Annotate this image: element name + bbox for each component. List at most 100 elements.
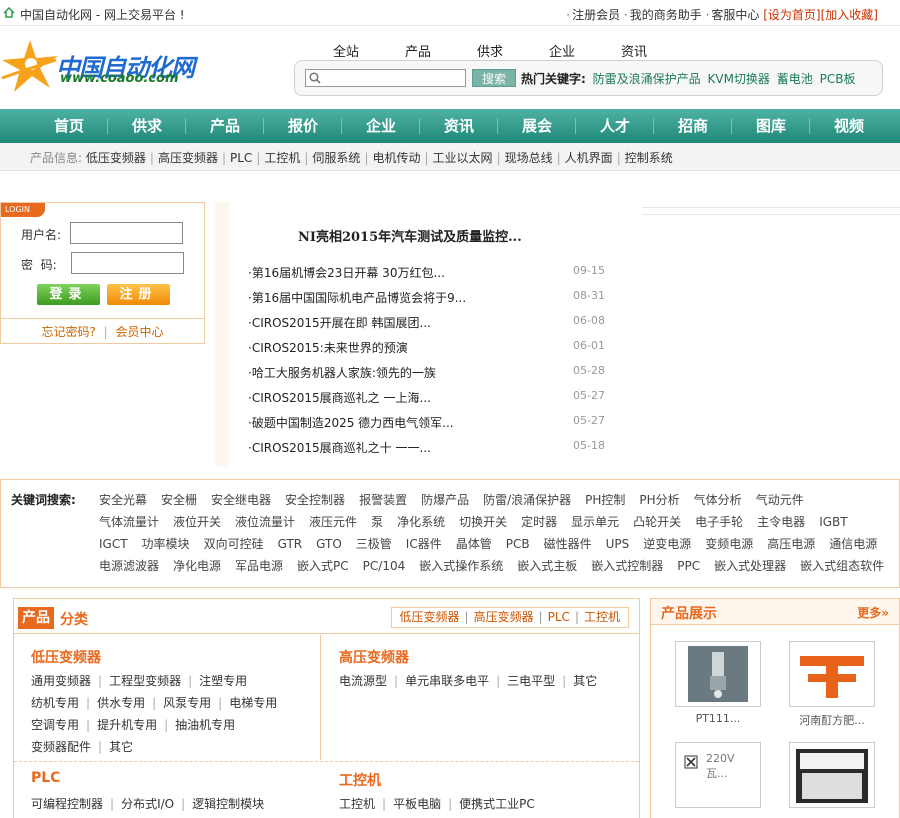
nav-item[interactable]: 视频 xyxy=(810,109,888,143)
keyword-link[interactable]: IC器件 xyxy=(406,537,442,551)
search-tab-supply[interactable]: 供求 xyxy=(454,41,526,60)
keyword-link[interactable]: 嵌入式处理器 xyxy=(714,559,786,573)
category-link[interactable]: 电流源型 xyxy=(339,674,387,688)
category-link[interactable]: 抽油机专用 xyxy=(175,718,235,732)
nav-item[interactable]: 企业 xyxy=(342,109,420,143)
keyword-link[interactable]: GTR xyxy=(278,537,303,551)
subnav-item[interactable]: 工业以太网 xyxy=(433,151,493,165)
category-link[interactable]: 风泵专用 xyxy=(163,696,211,710)
keyword-link[interactable]: 高压电源 xyxy=(767,537,815,551)
subnav-item[interactable]: 高压变频器 xyxy=(158,151,218,165)
keyword-link[interactable]: 安全控制器 xyxy=(285,493,345,507)
search-input[interactable] xyxy=(305,69,466,87)
subnav-item[interactable]: 电机传动 xyxy=(372,151,420,165)
nav-item[interactable]: 报价 xyxy=(264,109,342,143)
product-thumbnail[interactable] xyxy=(789,742,875,808)
category-link[interactable]: 分布式I/O xyxy=(121,797,174,811)
category-link[interactable]: 工控机 xyxy=(339,797,375,811)
category-link[interactable]: 变频器配件 xyxy=(31,740,91,754)
keyword-link[interactable]: 防雷/浪涌保护器 xyxy=(483,493,571,507)
keyword-link[interactable]: 电源滤波器 xyxy=(99,559,159,573)
category-group-title[interactable]: 工控机 xyxy=(339,770,381,790)
customer-service-link[interactable]: 客服中心 xyxy=(711,8,759,22)
keyword-link[interactable]: 切换开关 xyxy=(459,515,507,529)
news-item[interactable]: ·第16届中国国际机电产品博览会将于9... 08-31 xyxy=(248,289,605,306)
keyword-link[interactable]: 显示单元 xyxy=(571,515,619,529)
keyword-link[interactable]: 凸轮开关 xyxy=(633,515,681,529)
category-group-title[interactable]: 低压变频器 xyxy=(31,647,101,667)
keyword-link[interactable]: 气动元件 xyxy=(756,493,804,507)
keyword-link[interactable]: IGCT xyxy=(99,537,128,551)
keyword-link[interactable]: PCB xyxy=(506,537,530,551)
keyword-link[interactable]: 液位开关 xyxy=(173,515,221,529)
search-tab-all[interactable]: 全站 xyxy=(310,41,382,60)
keyword-link[interactable]: 安全栅 xyxy=(161,493,197,507)
keyword-link[interactable]: 三极管 xyxy=(356,537,392,551)
keyword-link[interactable]: 逆变电源 xyxy=(643,537,691,551)
category-group-title[interactable]: PLC xyxy=(31,770,60,786)
product-thumbnail[interactable] xyxy=(675,641,761,707)
product-thumbnail[interactable] xyxy=(789,641,875,707)
member-center-link[interactable]: 会员中心 xyxy=(116,325,164,339)
keyword-link[interactable]: 电子手轮 xyxy=(695,515,743,529)
more-products-link[interactable]: 更多» xyxy=(857,604,889,621)
news-item[interactable]: ·CIROS2015:未来世界的预演 06-01 xyxy=(248,339,605,356)
nav-item[interactable]: 人才 xyxy=(576,109,654,143)
nav-item[interactable]: 资讯 xyxy=(420,109,498,143)
keyword-link[interactable]: 晶体管 xyxy=(456,537,492,551)
subnav-item[interactable]: 人机界面 xyxy=(565,151,613,165)
category-link[interactable]: 其它 xyxy=(109,740,133,754)
product-caption[interactable]: 河南酊方肥... xyxy=(789,712,875,728)
keyword-link[interactable]: 嵌入式组态软件 xyxy=(800,559,884,573)
keyword-link[interactable]: 军品电源 xyxy=(235,559,283,573)
hot-keyword[interactable]: 防雷及浪涌保护产品 xyxy=(593,72,701,86)
keyword-link[interactable]: 安全继电器 xyxy=(211,493,271,507)
keyword-link[interactable]: 安全光幕 xyxy=(99,493,147,507)
category-link[interactable]: 通用变频器 xyxy=(31,674,91,688)
keyword-link[interactable]: IGBT xyxy=(819,515,847,529)
category-tab[interactable]: PLC xyxy=(548,610,570,624)
keyword-link[interactable]: 液压元件 xyxy=(309,515,357,529)
username-input[interactable] xyxy=(70,222,183,244)
nav-item[interactable]: 图库 xyxy=(732,109,810,143)
keyword-link[interactable]: 嵌入式主板 xyxy=(517,559,577,573)
business-assistant-link[interactable]: 我的商务助手 xyxy=(630,8,702,22)
category-link[interactable]: 提升机专用 xyxy=(97,718,157,732)
nav-item[interactable]: 展会 xyxy=(498,109,576,143)
keyword-link[interactable]: 气体流量计 xyxy=(99,515,159,529)
category-tab[interactable]: 低压变频器 xyxy=(400,610,460,624)
register-link[interactable]: 注册会员 xyxy=(572,8,620,22)
keyword-link[interactable]: 嵌入式操作系统 xyxy=(419,559,503,573)
password-input[interactable] xyxy=(71,252,184,274)
news-item[interactable]: ·CIROS2015展商巡礼之十 一一... 05-18 xyxy=(248,439,605,456)
search-tab-companies[interactable]: 企业 xyxy=(526,41,598,60)
category-link[interactable]: 注塑专用 xyxy=(199,674,247,688)
category-link[interactable]: 空调专用 xyxy=(31,718,79,732)
news-item[interactable]: ·CIROS2015展商巡礼之 一上海... 05-27 xyxy=(248,389,605,406)
subnav-item[interactable]: 工控机 xyxy=(264,151,300,165)
keyword-link[interactable]: 嵌入式PC xyxy=(297,559,349,573)
keyword-link[interactable]: 嵌入式控制器 xyxy=(591,559,663,573)
category-link[interactable]: 平板电脑 xyxy=(393,797,441,811)
keyword-link[interactable]: 功率模块 xyxy=(142,537,190,551)
hot-keyword[interactable]: KVM切换器 xyxy=(707,72,769,86)
search-tab-products[interactable]: 产品 xyxy=(382,41,454,60)
keyword-link[interactable]: 液位流量计 xyxy=(235,515,295,529)
site-logo[interactable]: 中国自动化网 www.coaoo.com xyxy=(0,38,210,96)
keyword-link[interactable]: 气体分析 xyxy=(694,493,742,507)
keyword-link[interactable]: 净化电源 xyxy=(173,559,221,573)
nav-item[interactable]: 招商 xyxy=(654,109,732,143)
news-headline[interactable]: NI亮相2015年汽车测试及质量监控... xyxy=(298,226,522,245)
subnav-item[interactable]: 伺服系统 xyxy=(312,151,360,165)
category-link[interactable]: 工程型变频器 xyxy=(109,674,181,688)
subnav-item[interactable]: PLC xyxy=(230,151,252,165)
category-link[interactable]: 纺机专用 xyxy=(31,696,79,710)
home-icon[interactable] xyxy=(3,7,15,18)
keyword-link[interactable]: 防爆产品 xyxy=(421,493,469,507)
category-tab[interactable]: 工控机 xyxy=(584,610,620,624)
keyword-link[interactable]: 双向可控硅 xyxy=(204,537,264,551)
category-link[interactable]: 逻辑控制模块 xyxy=(192,797,264,811)
news-item[interactable]: ·第16届机博会23日开幕 30万红包... 09-15 xyxy=(248,264,605,281)
news-item[interactable]: ·CIROS2015开展在即 韩国展团... 06-08 xyxy=(248,314,605,331)
nav-item[interactable]: 首页 xyxy=(30,109,108,143)
